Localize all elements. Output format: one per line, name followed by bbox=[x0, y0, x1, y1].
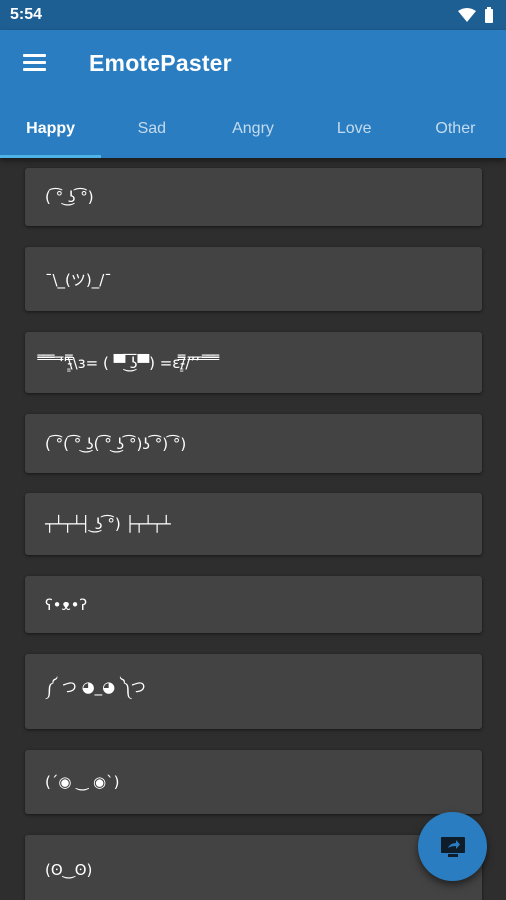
cast-button[interactable] bbox=[418, 812, 487, 881]
app-bar: EmotePaster Happy Sad Angry Love Other bbox=[0, 30, 506, 158]
status-time: 5:54 bbox=[10, 6, 43, 23]
emote-card[interactable]: ʕ•ᴥ•ʔ bbox=[25, 576, 482, 633]
emote-card[interactable]: ( ͡° ͜ʖ ͡°) bbox=[25, 168, 482, 226]
emote-card[interactable]: ( ͡°( ͡° ͜ʖ( ͡° ͜ʖ ͡°)ʖ ͡°) ͡°) bbox=[25, 414, 482, 473]
wifi-icon bbox=[458, 8, 476, 22]
toolbar: EmotePaster bbox=[0, 30, 506, 100]
status-icons bbox=[458, 7, 494, 23]
emote-card[interactable]: ¯\_(ツ)_/¯ bbox=[25, 247, 482, 311]
menu-icon[interactable] bbox=[23, 54, 47, 74]
emote-list[interactable]: ( ͡° ͜ʖ ͡°) ¯\_(ツ)_/¯ ̿̿ ̿̿ ̿̿ ̿'̿'\̵͇̿̿… bbox=[0, 158, 506, 900]
tab-bar: Happy Sad Angry Love Other bbox=[0, 100, 506, 158]
app-title: EmotePaster bbox=[89, 50, 232, 76]
emote-card[interactable]: (ʘ‿ʘ) bbox=[25, 835, 482, 900]
tab-love[interactable]: Love bbox=[304, 100, 405, 158]
emote-card[interactable]: ༼ つ ◕_◕ ༽つ bbox=[25, 654, 482, 729]
cast-icon bbox=[440, 836, 465, 857]
tab-other[interactable]: Other bbox=[405, 100, 506, 158]
emote-card[interactable]: ̿̿ ̿̿ ̿̿ ̿'̿'\̵͇̿̿\з= ( ▀ ͜͞ʖ▀) =ε/̵͇̿̿/… bbox=[25, 332, 482, 393]
emote-card[interactable]: (´◉ ‿ ◉`) bbox=[25, 750, 482, 814]
status-bar: 5:54 bbox=[0, 0, 506, 30]
tab-angry[interactable]: Angry bbox=[202, 100, 303, 158]
emote-card[interactable]: ┬┴┬┴┤ ͜ʖ ͡°) ├┬┴┬┴ bbox=[25, 493, 482, 555]
tab-sad[interactable]: Sad bbox=[101, 100, 202, 158]
tab-happy[interactable]: Happy bbox=[0, 100, 102, 158]
battery-icon bbox=[485, 7, 493, 23]
